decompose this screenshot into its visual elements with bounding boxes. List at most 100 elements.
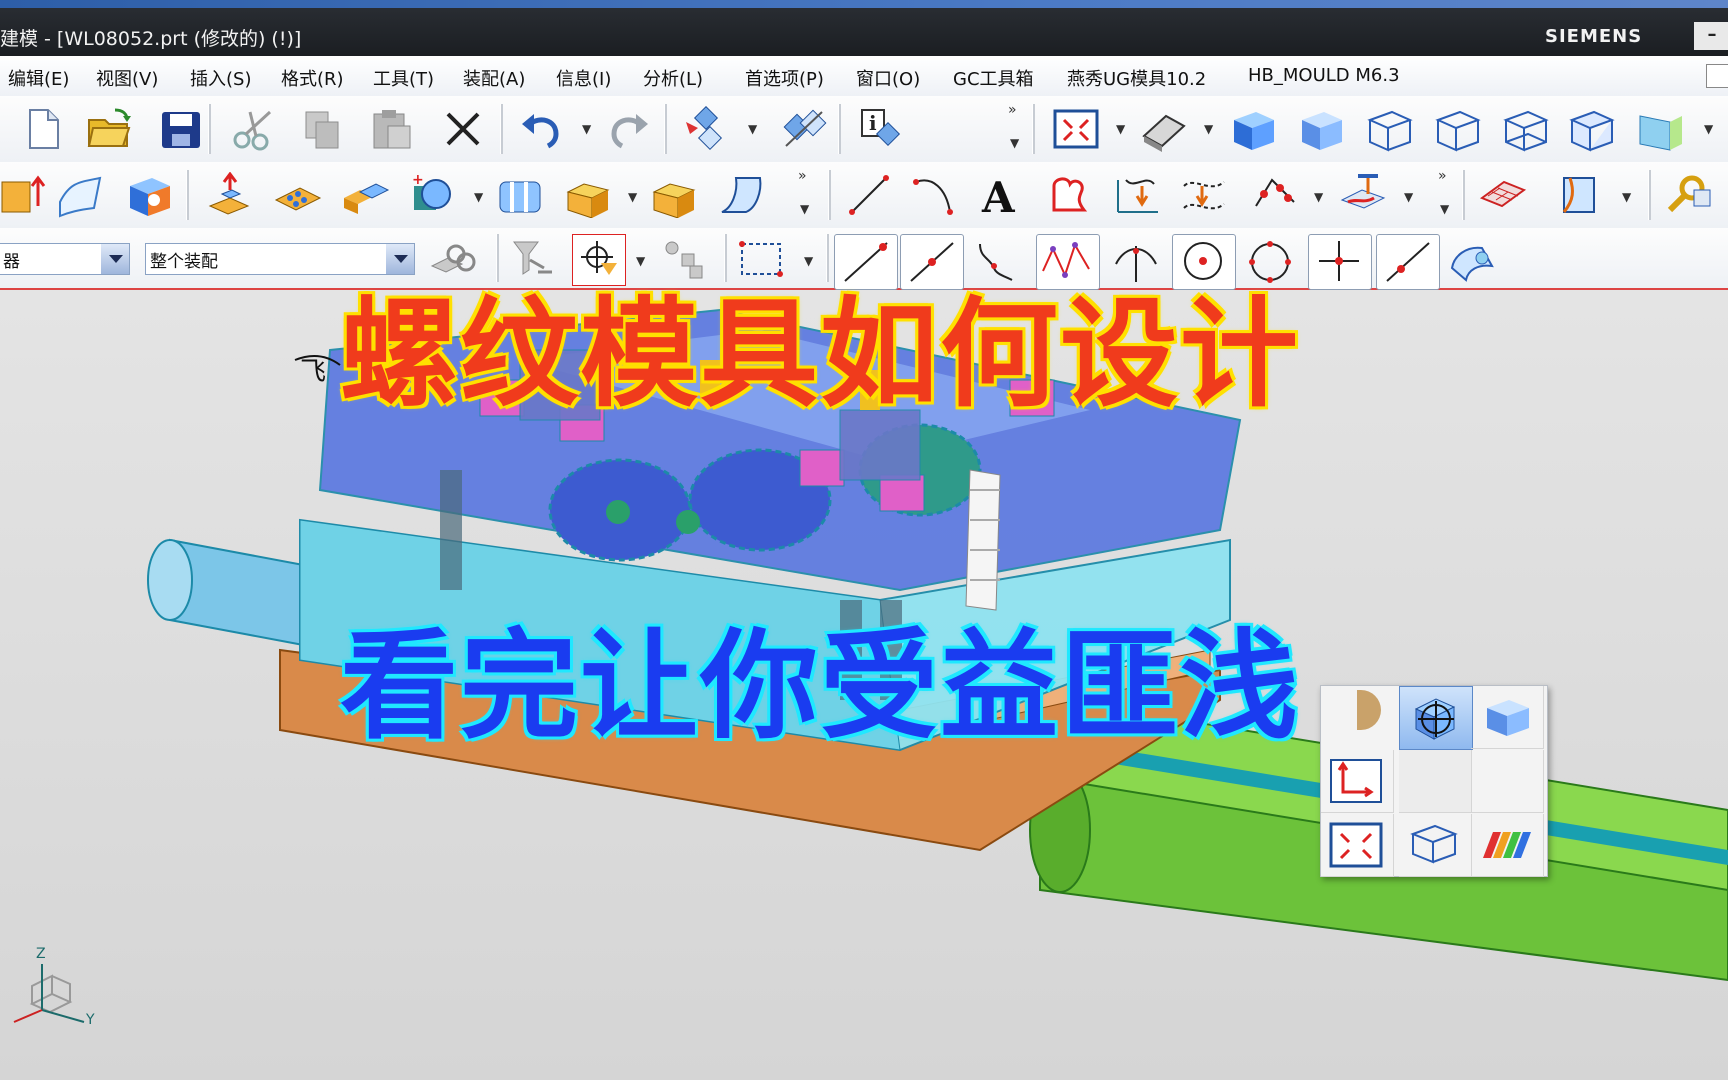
subtract-icon[interactable]: + <box>410 172 456 218</box>
menu-analysis[interactable]: 分析(L) <box>643 65 703 91</box>
snap-face-icon[interactable] <box>1448 238 1494 284</box>
wireframe-icon[interactable] <box>1432 106 1481 152</box>
render-dropdown-arrow[interactable]: ▼ <box>1204 122 1213 136</box>
pad-icon[interactable] <box>272 172 322 218</box>
repeat-command-icon[interactable] <box>780 106 827 152</box>
standard-toolbar: ▼ ▼ i » ▼ ▼ ▼ ▼ <box>0 96 1728 163</box>
open-folder-icon[interactable] <box>85 106 131 152</box>
toolbar-options-arrow[interactable]: ▼ <box>1440 202 1449 216</box>
cylinder-face-icon[interactable] <box>496 172 542 218</box>
menu-yanxiu-mold[interactable]: 燕秀UG模具10.2 <box>1067 65 1206 91</box>
menu-preferences[interactable]: 首选项(P) <box>745 65 824 91</box>
separator <box>828 170 831 220</box>
view-popup-menu <box>1320 685 1548 877</box>
window-title: 建模 - [WL08052.prt (修改的) (!)] <box>0 28 302 50</box>
project-curve-icon[interactable] <box>1112 172 1158 218</box>
new-file-icon[interactable] <box>20 106 66 152</box>
shaded-no-edges-icon[interactable] <box>1296 106 1342 152</box>
type-filter-select[interactable]: 器 <box>0 243 130 275</box>
arc-icon[interactable] <box>910 172 956 218</box>
restore-button[interactable] <box>1706 64 1728 88</box>
wrench-icon[interactable] <box>1664 172 1711 218</box>
type-filter-value: 器 <box>3 252 20 272</box>
combine-dropdown-arrow[interactable]: ▼ <box>474 190 483 204</box>
title-bar: 建模 - [WL08052.prt (修改的) (!)] SIEMENS – <box>0 0 1728 56</box>
video-subtitle-overlay: 看完让你受益匪浅 <box>340 617 1301 755</box>
boss-icon[interactable] <box>204 171 250 218</box>
color-display-icon[interactable] <box>1471 814 1544 877</box>
surface-icon[interactable] <box>56 172 102 218</box>
minimize-button[interactable]: – <box>1694 22 1728 50</box>
face-dropdown-arrow[interactable]: ▼ <box>1622 190 1631 204</box>
menu-gc-toolbox[interactable]: GC工具箱 <box>953 65 1034 91</box>
analysis-dropdown-arrow[interactable]: ▼ <box>1704 122 1713 136</box>
rotate-view-icon[interactable] <box>1399 686 1473 750</box>
svg-text:+: + <box>412 172 424 188</box>
shaded-view-icon[interactable] <box>1471 686 1544 749</box>
toolbar-overflow-chevron[interactable]: » <box>798 168 807 184</box>
fit-dropdown-arrow[interactable]: ▼ <box>1116 122 1125 136</box>
svg-text:A: A <box>981 173 1016 218</box>
video-title-overlay: 螺纹模具如何设计 <box>340 285 1301 423</box>
text-icon[interactable]: A <box>978 172 1024 222</box>
face-analysis-icon[interactable] <box>1636 106 1682 152</box>
delete-icon[interactable] <box>440 106 486 152</box>
fit-view-icon[interactable] <box>1321 814 1394 877</box>
toolbar-overflow-chevron[interactable]: » <box>1008 102 1017 118</box>
cut-icon[interactable] <box>230 106 276 152</box>
undo-dropdown-arrow[interactable]: ▼ <box>582 122 591 136</box>
selection-scope-value: 整个装配 <box>150 252 218 272</box>
paste-icon[interactable] <box>368 106 414 152</box>
shaded-edges-icon[interactable] <box>1138 106 1186 152</box>
selection-filter-icon[interactable] <box>680 105 726 152</box>
pocket2-icon[interactable] <box>650 172 696 219</box>
outline-icon[interactable] <box>1046 172 1092 218</box>
curve-dropdown-arrow[interactable]: ▼ <box>1314 190 1323 204</box>
extract-face-icon[interactable] <box>1556 172 1602 218</box>
menu-format[interactable]: 格式(R) <box>281 65 344 91</box>
menu-hb-mould[interactable]: HB_MOULD M6.3 <box>1248 65 1400 86</box>
menu-edit[interactable]: 编辑(E) <box>8 65 69 91</box>
redo-icon[interactable] <box>606 106 652 152</box>
save-icon[interactable] <box>158 106 204 152</box>
studio-wireframe-icon[interactable] <box>1566 106 1615 152</box>
wireframe-view-icon[interactable] <box>1399 814 1472 877</box>
separator <box>500 104 503 154</box>
block-icon[interactable] <box>124 172 170 218</box>
static-wireframe-icon[interactable] <box>1500 106 1549 152</box>
toolbar-overflow-chevron[interactable]: » <box>1438 168 1447 184</box>
line-icon[interactable] <box>846 172 892 218</box>
surface-mesh-icon[interactable] <box>1478 172 1527 218</box>
wcs-orient-icon[interactable] <box>1321 750 1394 813</box>
sweep-icon[interactable] <box>718 172 764 218</box>
separator <box>664 104 667 154</box>
pocket-icon[interactable] <box>564 172 610 219</box>
menu-window[interactable]: 窗口(O) <box>856 65 920 91</box>
toolbar-options-arrow[interactable]: ▼ <box>800 202 809 216</box>
curve-on-surface-icon[interactable] <box>1338 172 1386 218</box>
information-icon[interactable]: i <box>858 106 904 152</box>
menu-assembly[interactable]: 装配(A) <box>463 65 525 91</box>
wireframe-hidden-icon[interactable] <box>1364 106 1413 152</box>
menu-tools[interactable]: 工具(T) <box>373 65 434 91</box>
menu-view[interactable]: 视图(V) <box>96 65 158 91</box>
filter-dropdown-arrow[interactable]: ▼ <box>748 122 757 136</box>
chevron-down-icon[interactable] <box>101 244 129 274</box>
snap-point-on-line-icon[interactable] <box>1376 234 1440 290</box>
snap-point-on-curve-icon[interactable] <box>1308 234 1372 290</box>
copy-icon[interactable] <box>300 106 346 152</box>
point-set-icon[interactable] <box>1250 172 1296 218</box>
extrude-icon[interactable] <box>0 172 46 218</box>
offset-curve-icon[interactable] <box>1180 172 1226 218</box>
pocket-dropdown-arrow[interactable]: ▼ <box>628 190 637 204</box>
menu-information[interactable]: 信息(I) <box>556 65 611 91</box>
menu-insert[interactable]: 插入(S) <box>190 65 251 91</box>
triad-z-label: Z <box>36 946 46 962</box>
coordinate-triad: Z Y <box>10 946 100 1030</box>
fit-view-icon[interactable] <box>1052 106 1099 152</box>
shaded-icon[interactable] <box>1228 106 1274 152</box>
curve2-dropdown-arrow[interactable]: ▼ <box>1404 190 1413 204</box>
toolbar-options-arrow[interactable]: ▼ <box>1010 136 1019 150</box>
undo-icon[interactable] <box>518 106 564 152</box>
unite-icon[interactable] <box>340 172 390 218</box>
